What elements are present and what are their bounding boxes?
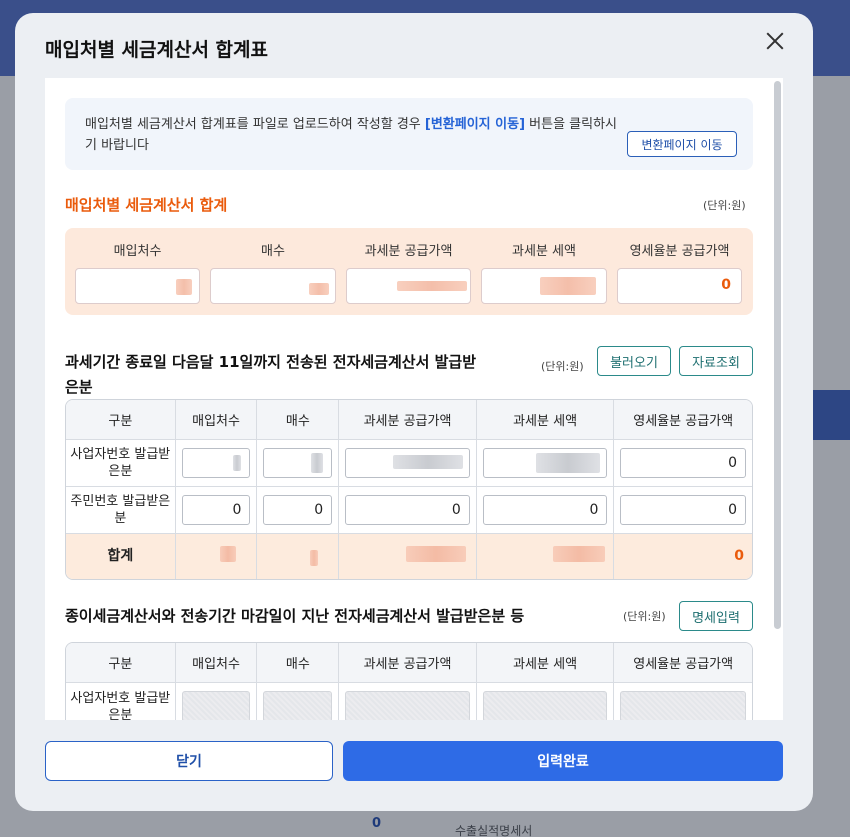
col-header: 영세율분 공급가액	[614, 400, 752, 440]
col-header: 영세율분 공급가액	[614, 643, 752, 683]
resident-tax-input[interactable]: 0	[482, 495, 608, 525]
load-button[interactable]: 불러오기	[597, 346, 671, 376]
paper-section-title: 종이세금계산서와 전송기간 마감일이 지난 전자세금계산서 발급받은분 등	[65, 607, 525, 625]
background-value: 0	[372, 816, 382, 831]
col-header: 과세분 세액	[476, 643, 615, 683]
row-label: 사업자번호 발급받은분	[66, 440, 176, 487]
summary-count-field	[210, 268, 336, 304]
scrollbar[interactable]	[774, 81, 781, 629]
summary-col-tax: 과세분 세액	[481, 228, 607, 315]
convert-page-button[interactable]: 변환페이지 이동	[627, 131, 737, 157]
col-header: 매수	[257, 400, 340, 440]
summary-modal: 매입처별 세금계산서 합계표 매입처별 세금계산서 합계표를 파일로 업로드하여…	[15, 13, 813, 811]
modal-scroll-content[interactable]: 매입처별 세금계산서 합계표를 파일로 업로드하여 작성할 경우 [변환페이지 …	[45, 78, 783, 720]
close-icon[interactable]	[760, 27, 790, 57]
detail-input-button[interactable]: 명세입력	[679, 601, 753, 631]
total-zero-rate: 0	[734, 548, 744, 564]
biz-zero-rate-input[interactable]: 0	[620, 448, 746, 478]
query-button[interactable]: 자료조회	[679, 346, 753, 376]
table-row: 사업자번호 발급받은분	[66, 683, 752, 720]
row-label: 사업자번호 발급받은분	[66, 683, 176, 720]
table-row: 주민번호 발급받은분 0 0 0 0 0	[66, 487, 752, 534]
col-header: 매수	[257, 643, 340, 683]
electronic-section-title: 과세기간 종료일 다음달 11일까지 전송된 전자세금계산서 발급받은분	[65, 353, 477, 396]
total-label: 합계	[66, 534, 176, 579]
summary-vendors-field	[75, 268, 200, 304]
col-header: 과세분 세액	[476, 400, 615, 440]
biz-taxable-supply-input[interactable]	[345, 448, 470, 478]
electronic-table: 구분 매입처수 매수 과세분 공급가액 과세분 세액 영세율분 공급가액 사업자…	[65, 399, 753, 580]
resident-count-input[interactable]: 0	[263, 495, 333, 525]
info-text: 매입처별 세금계산서 합계표를 파일로 업로드하여 작성할 경우 [변환페이지 …	[85, 117, 618, 153]
col-header: 과세분 공급가액	[339, 400, 477, 440]
col-header: 매입처수	[175, 400, 258, 440]
row-label: 주민번호 발급받은분	[66, 487, 176, 534]
paper-table: 구분 매입처수 매수 과세분 공급가액 과세분 세액 영세율분 공급가액 사업자…	[65, 642, 753, 720]
biz-tax-input[interactable]	[482, 448, 608, 478]
resident-zero-rate-input[interactable]: 0	[620, 495, 746, 525]
paper-tax-input	[482, 691, 608, 720]
summary-tax-field	[481, 268, 607, 304]
total-row: 합계 0	[66, 534, 752, 579]
unit-label: (단위:원)	[541, 360, 584, 373]
summary-taxable-supply-field	[346, 268, 471, 304]
resident-taxable-supply-input[interactable]: 0	[345, 495, 470, 525]
summary-col-zero-rate: 영세율분 공급가액 0	[617, 228, 742, 315]
summary-col-vendors: 매입처수	[75, 228, 200, 315]
col-header: 구분	[66, 643, 176, 683]
unit-label: (단위:원)	[623, 610, 666, 623]
summary-zero-rate-field: 0	[617, 268, 742, 304]
summary-col-count: 매수	[210, 228, 336, 315]
resident-vendors-input[interactable]: 0	[181, 495, 251, 525]
background-band	[810, 390, 850, 440]
paper-zero-rate-input	[620, 691, 746, 720]
unit-label: (단위:원)	[703, 199, 746, 212]
col-header: 매입처수	[175, 643, 258, 683]
col-header: 구분	[66, 400, 176, 440]
summary-col-taxable-supply: 과세분 공급가액	[346, 228, 471, 315]
paper-count-input	[263, 691, 333, 720]
paper-taxable-supply-input	[345, 691, 470, 720]
info-box: 매입처별 세금계산서 합계표를 파일로 업로드하여 작성할 경우 [변환페이지 …	[65, 98, 753, 170]
submit-button[interactable]: 입력완료	[343, 741, 783, 781]
col-header: 과세분 공급가액	[339, 643, 477, 683]
close-button[interactable]: 닫기	[45, 741, 333, 781]
biz-vendors-input[interactable]	[181, 448, 251, 478]
summary-section-title: 매입처별 세금계산서 합계	[65, 196, 228, 214]
modal-title: 매입처별 세금계산서 합계표	[45, 39, 268, 61]
paper-vendors-input	[181, 691, 251, 720]
info-highlight: [변환페이지 이동]	[424, 117, 526, 132]
biz-count-input[interactable]	[263, 448, 333, 478]
background-label: 수출실적명세서	[455, 824, 533, 837]
table-row: 사업자번호 발급받은분 0	[66, 440, 752, 487]
summary-box: 매입처수 매수 과세분 공급가액 과세분 세액 영세율분 공급가액 0	[65, 228, 753, 315]
